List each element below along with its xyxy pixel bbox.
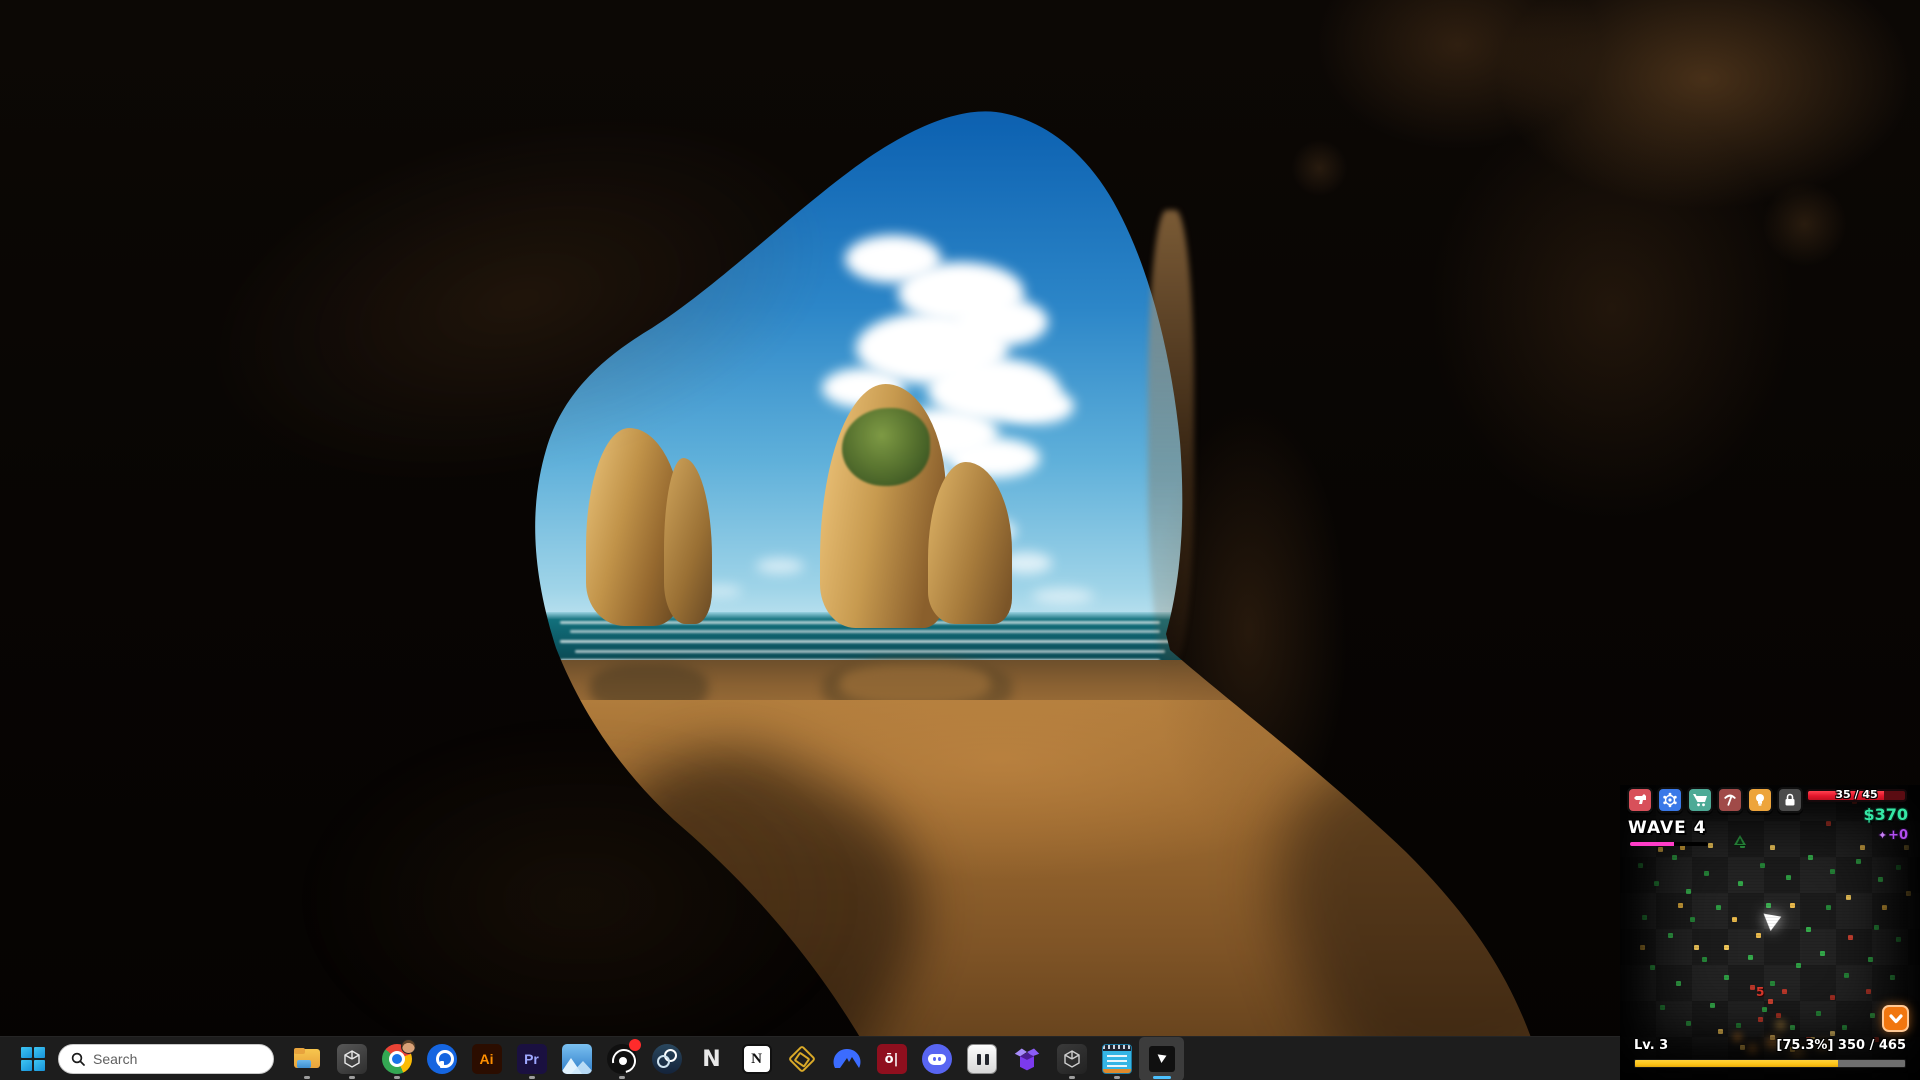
wave-progress-bar xyxy=(1630,842,1708,846)
taskbar-app-outlet[interactable] xyxy=(959,1037,1004,1080)
nordvpn-mountain-icon xyxy=(832,1044,862,1074)
taskbar-app-steam[interactable] xyxy=(644,1037,689,1080)
running-indicator xyxy=(619,1076,625,1079)
taskbar-app-unity-hub[interactable] xyxy=(329,1037,374,1080)
enemy-triangle xyxy=(1734,835,1746,845)
taskbar-app-unity-editor[interactable] xyxy=(1049,1037,1094,1080)
gold-diamond-icon xyxy=(787,1045,815,1073)
windows-logo-icon xyxy=(21,1047,45,1071)
molecule-icon xyxy=(1662,792,1678,808)
active-window-indicator xyxy=(1153,1076,1171,1079)
game-toolbar xyxy=(1627,787,1803,813)
photos-icon xyxy=(562,1044,592,1074)
search-input[interactable] xyxy=(93,1051,243,1067)
taskbar-app-notion[interactable]: N xyxy=(734,1037,779,1080)
turret-button[interactable] xyxy=(1657,787,1683,813)
money-counter: $370 xyxy=(1863,805,1908,824)
wave-label: WAVE 4 xyxy=(1628,818,1707,838)
weapon-button[interactable] xyxy=(1627,787,1653,813)
running-indicator xyxy=(394,1076,400,1079)
taskbar-app-nordvpn[interactable] xyxy=(824,1037,869,1080)
miner-button[interactable] xyxy=(1717,787,1743,813)
lock-icon xyxy=(1782,792,1798,808)
taskbar-app-password-manager[interactable] xyxy=(419,1037,464,1080)
miner-icon xyxy=(1722,792,1738,808)
health-text: 35 / 45 xyxy=(1806,788,1907,801)
ember-glow-blobs xyxy=(1620,785,1625,790)
running-indicator xyxy=(1114,1076,1120,1079)
n-app-icon: N xyxy=(697,1044,727,1074)
wave-progress-fill xyxy=(1630,842,1674,846)
taskbar-app-gold-diamond[interactable] xyxy=(779,1037,824,1080)
desktop: Ai Pr xyxy=(0,0,1920,1080)
confirm-button[interactable] xyxy=(1882,1005,1909,1032)
file-explorer-icon xyxy=(292,1044,322,1074)
taskbar-app-obs[interactable] xyxy=(599,1037,644,1080)
chrome-icon xyxy=(382,1044,412,1074)
cart-icon xyxy=(1692,792,1708,808)
unity-hub-icon xyxy=(337,1044,367,1074)
notepad-icon xyxy=(1102,1044,1132,1074)
illustrator-icon: Ai xyxy=(472,1044,502,1074)
taskbar-app-game-window[interactable] xyxy=(1139,1037,1184,1080)
premiere-icon: Pr xyxy=(517,1044,547,1074)
obs-studio-icon xyxy=(607,1044,637,1074)
keyhole-icon xyxy=(427,1044,457,1074)
gun-icon xyxy=(1632,792,1648,808)
bulb-icon xyxy=(1752,792,1768,808)
xp-bar-fill xyxy=(1635,1060,1838,1067)
taskbar-apps: Ai Pr xyxy=(284,1037,1184,1080)
taskbar-app-red-o[interactable]: ō| xyxy=(869,1037,914,1080)
taskbar-app-notepad[interactable] xyxy=(1094,1037,1139,1080)
notion-icon: N xyxy=(742,1044,772,1074)
upgrade-button[interactable] xyxy=(1747,787,1773,813)
taskbar-row: Ai Pr xyxy=(12,1037,1184,1080)
shop-button[interactable] xyxy=(1687,787,1713,813)
red-o-app-icon: ō| xyxy=(877,1044,907,1074)
running-indicator xyxy=(1069,1076,1075,1079)
taskbar-app-photos[interactable] xyxy=(554,1037,599,1080)
taskbar-search[interactable] xyxy=(58,1044,274,1074)
steam-icon xyxy=(652,1044,682,1074)
running-indicator xyxy=(304,1076,310,1079)
taskbar-app-chrome[interactable] xyxy=(374,1037,419,1080)
search-icon xyxy=(71,1052,85,1066)
start-button[interactable] xyxy=(12,1037,54,1080)
chevron-down-icon xyxy=(1888,1011,1904,1027)
taskbar-app-n[interactable]: N xyxy=(689,1037,734,1080)
taskbar-app-illustrator[interactable]: Ai xyxy=(464,1037,509,1080)
purple-box-icon xyxy=(1012,1044,1042,1074)
outlet-app-icon xyxy=(967,1044,997,1074)
bonus-counter: ✦+0 xyxy=(1878,828,1908,843)
sparkle-icon: ✦ xyxy=(1878,829,1887,842)
discord-icon xyxy=(922,1044,952,1074)
unity-editor-icon xyxy=(1057,1044,1087,1074)
running-indicator xyxy=(529,1076,535,1079)
xp-text: [75.3%] 350 / 465 xyxy=(1776,1038,1906,1053)
taskbar-app-premiere[interactable]: Pr xyxy=(509,1037,554,1080)
damage-number: 5 xyxy=(1756,985,1764,999)
recording-badge xyxy=(629,1039,641,1051)
taskbar-app-discord[interactable] xyxy=(914,1037,959,1080)
profile-avatar xyxy=(401,1039,416,1054)
taskbar-app-purple-box[interactable] xyxy=(1004,1037,1049,1080)
game-window[interactable]: 5 xyxy=(1620,785,1920,1080)
game-window-thumbnail-icon xyxy=(1149,1046,1175,1072)
xp-bar xyxy=(1634,1059,1906,1068)
running-indicator xyxy=(349,1076,355,1079)
taskbar-app-file-explorer[interactable] xyxy=(284,1037,329,1080)
player-ship xyxy=(1761,914,1782,933)
locked-slot-button[interactable] xyxy=(1777,787,1803,813)
level-label: Lv. 3 xyxy=(1634,1038,1668,1053)
